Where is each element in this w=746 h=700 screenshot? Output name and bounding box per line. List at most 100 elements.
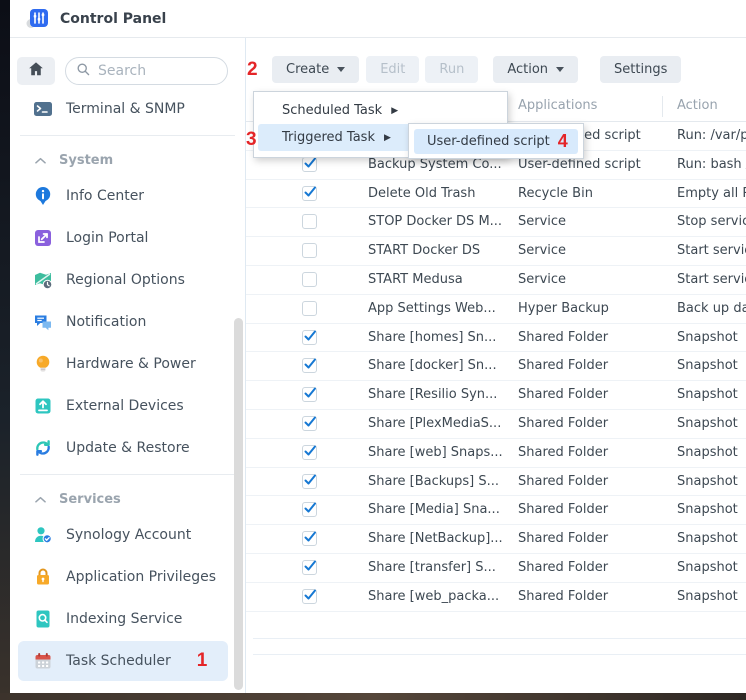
- row-checkbox[interactable]: [302, 301, 317, 316]
- row-checkbox[interactable]: [302, 560, 317, 575]
- task-name: Share [homes] Sn...: [368, 330, 510, 345]
- row-checkbox[interactable]: [302, 387, 317, 402]
- task-action: Start servic: [677, 272, 746, 287]
- menu-item-user-defined-script[interactable]: User-defined script 4: [414, 129, 578, 154]
- action-button[interactable]: Action: [493, 56, 578, 83]
- table-row[interactable]: Share [homes] Sn... Shared Folder Snapsh…: [246, 324, 746, 353]
- row-checkbox[interactable]: [302, 186, 317, 201]
- sidebar-item-external-devices[interactable]: External Devices: [10, 394, 245, 418]
- sidebar-item-hardware-power[interactable]: Hardware & Power: [10, 352, 245, 376]
- column-separator[interactable]: [662, 96, 663, 117]
- table-row[interactable]: Share [Media] Sna... Shared Folder Snaps…: [246, 496, 746, 525]
- notification-icon: [33, 312, 53, 332]
- checkmark-icon: [303, 473, 317, 487]
- table-row[interactable]: Delete Old Trash Recycle Bin Empty all R: [246, 180, 746, 209]
- sidebar-item-label: Update & Restore: [66, 440, 190, 456]
- edit-button[interactable]: Edit: [366, 56, 419, 83]
- sidebar-item-login-portal[interactable]: Login Portal: [10, 226, 245, 250]
- task-app: Shared Folder: [518, 358, 668, 373]
- task-app: Shared Folder: [518, 416, 668, 431]
- task-table-body: User-defined script Run: /var/p Backup S…: [246, 122, 746, 612]
- run-button[interactable]: Run: [425, 56, 478, 83]
- sidebar-item-label: Regional Options: [66, 272, 185, 288]
- table-row[interactable]: App Settings Web... Hyper Backup Back up…: [246, 295, 746, 324]
- create-button-label: Create: [286, 62, 329, 77]
- sidebar-section-system[interactable]: System: [10, 150, 245, 170]
- annotation-step-3: 3: [246, 129, 257, 151]
- row-checkbox[interactable]: [302, 330, 317, 345]
- menu-item-scheduled-task[interactable]: Scheduled Task ▶: [258, 97, 503, 124]
- row-checkbox[interactable]: [302, 502, 317, 517]
- table-row[interactable]: STOP Docker DS M... Service Stop servic: [246, 208, 746, 237]
- sidebar-item-notification[interactable]: Notification: [10, 310, 245, 334]
- sidebar-item-label: Hardware & Power: [66, 356, 196, 372]
- task-app: Shared Folder: [518, 445, 668, 460]
- table-row[interactable]: START Medusa Service Start servic: [246, 266, 746, 295]
- sidebar-divider: [20, 135, 235, 136]
- run-button-label: Run: [439, 62, 464, 77]
- sidebar-item-task-scheduler[interactable]: Task Scheduler 1: [18, 641, 228, 681]
- search-icon: [76, 62, 91, 81]
- table-grid-line: [253, 654, 746, 655]
- row-checkbox[interactable]: [302, 358, 317, 373]
- sidebar-item-indexing-service[interactable]: Indexing Service: [10, 607, 245, 631]
- annotation-step-4: 4: [558, 131, 568, 152]
- checkmark-icon: [303, 444, 317, 458]
- task-app: Recycle Bin: [518, 186, 668, 201]
- table-row[interactable]: Share [transfer] S... Shared Folder Snap…: [246, 554, 746, 583]
- task-app: User-defined script: [518, 157, 668, 172]
- table-row[interactable]: Share [web_packa... Shared Folder Snapsh…: [246, 583, 746, 612]
- row-checkbox[interactable]: [302, 157, 317, 172]
- row-checkbox[interactable]: [302, 589, 317, 604]
- sidebar-item-application-privileges[interactable]: Application Privileges: [10, 565, 245, 589]
- table-row[interactable]: Share [PlexMediaS... Shared Folder Snaps…: [246, 410, 746, 439]
- create-button[interactable]: Create: [272, 56, 359, 83]
- table-row[interactable]: Share [Resilio Syn... Shared Folder Snap…: [246, 381, 746, 410]
- task-app: Shared Folder: [518, 387, 668, 402]
- menu-item-label: Scheduled Task: [282, 103, 382, 118]
- task-action: Snapshot: [677, 330, 746, 345]
- row-checkbox[interactable]: [302, 531, 317, 546]
- row-checkbox[interactable]: [302, 272, 317, 287]
- task-action: Back up dat: [677, 301, 746, 316]
- task-name: START Medusa: [368, 272, 510, 287]
- task-app: Shared Folder: [518, 589, 668, 604]
- home-button[interactable]: [17, 57, 55, 85]
- checkmark-icon: [303, 415, 317, 429]
- row-checkbox[interactable]: [302, 445, 317, 460]
- search-box[interactable]: [65, 57, 228, 85]
- task-action: Snapshot: [677, 416, 746, 431]
- row-checkbox[interactable]: [302, 416, 317, 431]
- table-row[interactable]: Share [docker] Sn... Shared Folder Snaps…: [246, 352, 746, 381]
- checkmark-icon: [303, 588, 317, 602]
- sidebar-section-services[interactable]: Services: [10, 489, 245, 509]
- application-privileges-icon: [33, 567, 53, 587]
- checkmark-icon: [303, 185, 317, 199]
- action-button-label: Action: [507, 62, 548, 77]
- sidebar-item-terminal-snmp[interactable]: Terminal & SNMP: [10, 97, 245, 121]
- chevron-down-icon: [337, 67, 345, 72]
- checkmark-icon: [303, 329, 317, 343]
- column-header-action[interactable]: Action: [677, 98, 718, 113]
- submenu-arrow-icon: ▶: [384, 133, 391, 143]
- row-checkbox[interactable]: [302, 474, 317, 489]
- sidebar-divider: [20, 474, 235, 475]
- row-checkbox[interactable]: [302, 243, 317, 258]
- window-titlebar[interactable]: Control Panel: [10, 0, 746, 38]
- sidebar-item-regional-options[interactable]: Regional Options: [10, 268, 245, 292]
- table-row[interactable]: START Docker DS Service Start servic: [246, 237, 746, 266]
- table-row[interactable]: Share [web] Snaps... Shared Folder Snaps…: [246, 439, 746, 468]
- sidebar-item-info-center[interactable]: Info Center: [10, 184, 245, 208]
- edit-button-label: Edit: [380, 62, 405, 77]
- task-action: Run: /var/p: [677, 128, 746, 143]
- sidebar-scrollbar[interactable]: [234, 318, 243, 690]
- sidebar-item-synology-account[interactable]: Synology Account: [10, 523, 245, 547]
- settings-button[interactable]: Settings: [600, 56, 681, 83]
- table-row[interactable]: Share [Backups] S... Shared Folder Snaps…: [246, 468, 746, 497]
- column-header-applications[interactable]: Applications: [518, 98, 597, 113]
- sidebar-item-update-restore[interactable]: Update & Restore: [10, 436, 245, 460]
- table-row[interactable]: Share [NetBackup]... Shared Folder Snaps…: [246, 525, 746, 554]
- search-input[interactable]: [98, 63, 210, 79]
- row-checkbox[interactable]: [302, 214, 317, 229]
- annotation-step-1: 1: [197, 650, 208, 672]
